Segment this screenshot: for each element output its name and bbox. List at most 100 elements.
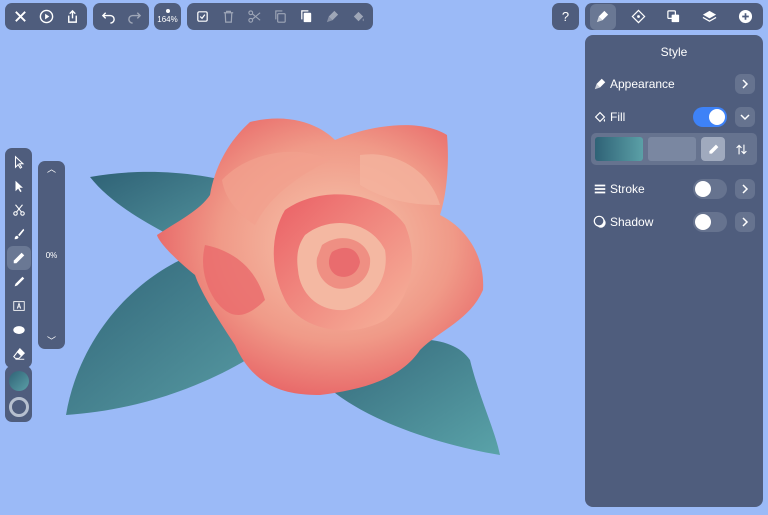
- tool-text[interactable]: [7, 294, 31, 318]
- trash-icon: [223, 10, 233, 23]
- paste-icon: [300, 10, 311, 23]
- fill-row: Fill: [585, 104, 763, 130]
- chevron-right-icon: [742, 184, 749, 194]
- help-button[interactable]: ?: [552, 3, 579, 30]
- tool-select[interactable]: [7, 174, 31, 198]
- ellipse-icon: [12, 326, 25, 334]
- scissors-icon: [247, 10, 260, 23]
- shadow-toggle[interactable]: [693, 212, 727, 232]
- close-button[interactable]: [7, 4, 33, 30]
- zoom-dot-icon: [165, 9, 170, 13]
- brush-style-icon: [597, 10, 609, 23]
- stroke-toggle-knob: [695, 181, 711, 197]
- fill-secondary-swatch[interactable]: [648, 137, 696, 161]
- layers-icon: [702, 10, 717, 22]
- chevron-down-icon: [740, 114, 750, 121]
- tab-arrange[interactable]: [661, 4, 687, 30]
- tool-brush[interactable]: [7, 222, 31, 246]
- tab-transform[interactable]: [625, 4, 651, 30]
- paint-bucket-icon: [594, 111, 606, 123]
- opacity-slider[interactable]: ︿ 0% ﹀: [38, 161, 65, 349]
- fill-label: Fill: [610, 110, 626, 124]
- close-icon: [14, 11, 26, 22]
- fill-collapse-button[interactable]: [735, 107, 755, 127]
- chevron-right-icon: [742, 217, 749, 227]
- edit-actions-toolbar: [187, 3, 373, 30]
- paste-style-button[interactable]: [345, 4, 371, 30]
- tool-scissors[interactable]: [7, 198, 31, 222]
- pen-icon: [13, 252, 24, 264]
- stroke-lines-icon: [594, 184, 606, 194]
- share-button[interactable]: [59, 4, 85, 30]
- select-all-button[interactable]: [189, 4, 215, 30]
- cut-button[interactable]: [241, 4, 267, 30]
- transform-icon: [631, 9, 646, 24]
- stroke-expand-button[interactable]: [735, 179, 755, 199]
- share-icon: [67, 9, 77, 23]
- copy-style-button[interactable]: [319, 4, 345, 30]
- shadow-icon: [593, 215, 606, 228]
- fill-options: [591, 133, 757, 165]
- color-swatches: [5, 366, 32, 422]
- stroke-color-swatch[interactable]: [8, 397, 29, 417]
- copy-icon: [274, 10, 286, 23]
- fill-toggle-knob: [709, 109, 725, 125]
- tools-palette: [5, 148, 32, 368]
- tool-pen[interactable]: [6, 246, 31, 270]
- arrange-icon: [667, 10, 680, 23]
- swap-gradient-button[interactable]: [729, 137, 753, 161]
- paste-button[interactable]: [293, 4, 319, 30]
- file-actions-toolbar: [5, 3, 87, 30]
- eraser-icon: [12, 347, 25, 360]
- stroke-toggle[interactable]: [693, 179, 727, 199]
- tab-add[interactable]: [732, 4, 758, 30]
- tool-ellipse[interactable]: [7, 318, 31, 342]
- panel-title: Style: [660, 45, 688, 59]
- tool-node-select[interactable]: [7, 150, 31, 174]
- checkbox-icon: [196, 11, 208, 22]
- appearance-expand-button[interactable]: [735, 74, 755, 94]
- brush-style-icon: [326, 10, 338, 23]
- shadow-label: Shadow: [610, 215, 654, 229]
- tool-eraser[interactable]: [7, 342, 31, 366]
- brush-icon: [14, 228, 24, 240]
- style-panel: Style Appearance Fill Stroke Shadow: [585, 35, 763, 507]
- slider-down-chevron-icon: ﹀: [46, 336, 56, 346]
- swap-icon: [735, 144, 747, 154]
- brush-style-icon: [594, 78, 606, 90]
- chevron-right-icon: [742, 79, 749, 89]
- fill-gradient-swatch[interactable]: [595, 137, 643, 161]
- zoom-label: 164%: [157, 15, 178, 24]
- eyedropper-icon: [708, 144, 718, 154]
- fill-color-swatch[interactable]: [8, 371, 29, 391]
- undo-icon: [101, 12, 115, 24]
- fill-toggle[interactable]: [693, 107, 727, 127]
- undo-button[interactable]: [95, 4, 121, 30]
- add-icon: [738, 9, 752, 24]
- stroke-row: Stroke: [585, 176, 763, 202]
- stroke-label: Stroke: [610, 182, 645, 196]
- shadow-row: Shadow: [585, 209, 763, 235]
- inspector-tabs: [585, 3, 763, 30]
- play-icon: [39, 9, 53, 24]
- appearance-row[interactable]: Appearance: [585, 71, 763, 97]
- delete-button[interactable]: [215, 4, 241, 30]
- play-button[interactable]: [33, 4, 59, 30]
- paint-bucket-icon: [353, 11, 364, 22]
- scissors-icon: [12, 204, 25, 216]
- appearance-label: Appearance: [610, 77, 675, 91]
- copy-button[interactable]: [267, 4, 293, 30]
- node-select-icon: [14, 155, 24, 169]
- opacity-value: 0%: [45, 250, 58, 260]
- tab-layers[interactable]: [697, 4, 723, 30]
- tab-style[interactable]: [589, 3, 616, 30]
- shadow-expand-button[interactable]: [735, 212, 755, 232]
- shadow-toggle-knob: [695, 214, 711, 230]
- tool-pencil[interactable]: [7, 270, 31, 294]
- select-icon: [15, 180, 23, 193]
- pencil-icon: [14, 276, 24, 287]
- eyedropper-button[interactable]: [701, 137, 725, 161]
- redo-button[interactable]: [121, 4, 147, 30]
- zoom-indicator[interactable]: 164%: [154, 3, 181, 30]
- help-label: ?: [561, 9, 570, 24]
